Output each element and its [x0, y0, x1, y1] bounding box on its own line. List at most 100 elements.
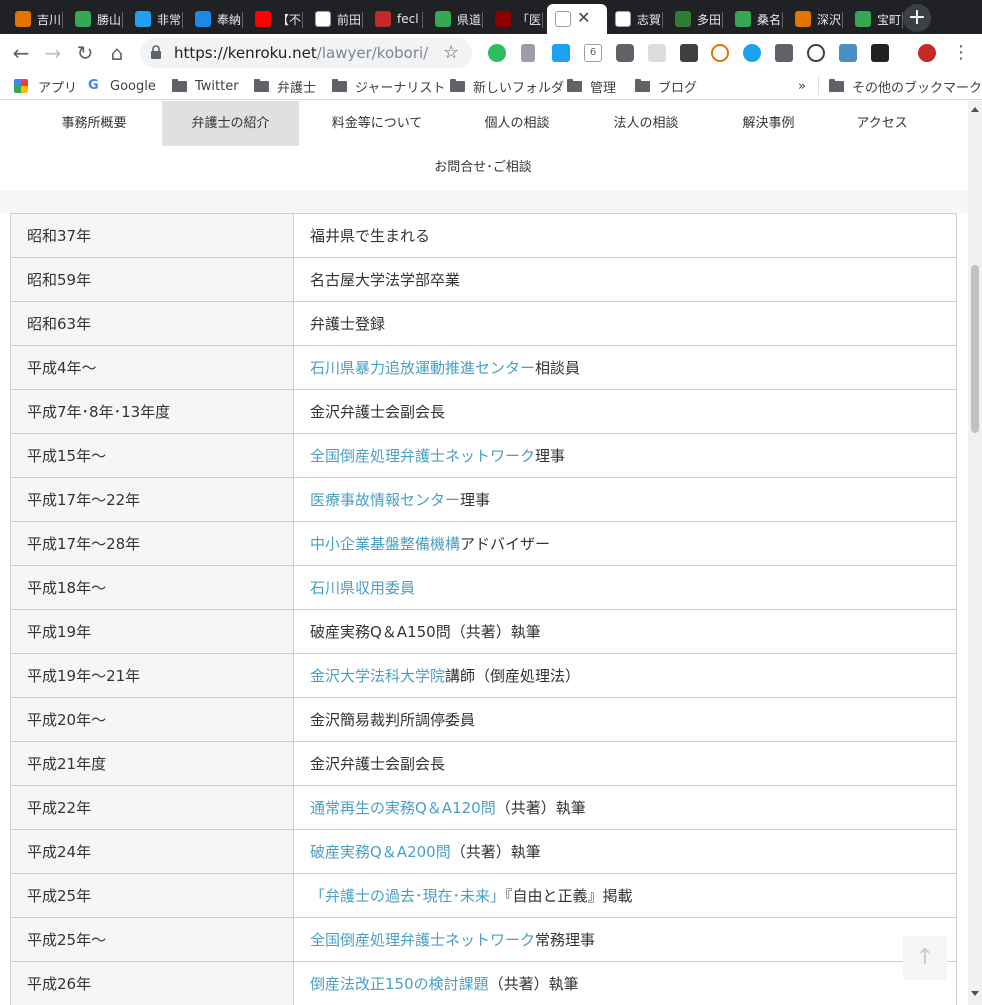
back-to-top-button[interactable]: ↑	[903, 936, 947, 980]
vertical-scrollbar[interactable]	[968, 101, 982, 1005]
bookmark-label: ジャーナリスト	[355, 80, 446, 96]
orange-sun-icon	[15, 11, 31, 27]
puzzle-extension-icon[interactable]	[648, 44, 666, 62]
bookmark-item[interactable]: Twitter	[172, 77, 239, 95]
counter-extension-icon[interactable]: 6	[584, 44, 602, 62]
career-link[interactable]: 倒産法改正150の検討課題	[310, 975, 489, 993]
clipper-extension-icon[interactable]	[521, 44, 535, 62]
nav-item[interactable]: 料金等について	[302, 101, 452, 146]
new-tab-button[interactable]: +	[903, 4, 931, 32]
scroll-thumb[interactable]	[971, 265, 979, 433]
tab-title: 【不	[277, 12, 302, 27]
bookmark-item[interactable]: アプリ	[14, 77, 78, 96]
career-link[interactable]: 石川県収用委員	[310, 579, 415, 597]
nav-item[interactable]: 法人の相談	[582, 101, 710, 146]
feed-extension-icon[interactable]	[711, 44, 729, 62]
career-text: 福井県で生まれる	[310, 227, 431, 245]
home-button[interactable]: ⌂	[104, 40, 130, 66]
menu-extension-icon[interactable]	[680, 44, 698, 62]
other-bookmarks-folder[interactable]: その他のブックマーク	[829, 77, 982, 96]
target-extension-icon[interactable]	[807, 44, 825, 62]
lock-icon	[151, 45, 161, 59]
tab-separator	[62, 12, 63, 28]
nav-item[interactable]: お問合せ･ご相談	[400, 146, 566, 190]
browser-tab[interactable]: 桑名	[727, 4, 783, 34]
page-viewport: 事務所概要 弁護士の紹介 料金等について 個人の相談 法人の相談 解決事例 アクセスお問合せ…	[0, 101, 968, 1005]
browser-tab[interactable]: fecl	[367, 4, 423, 34]
scroll-up-arrow-icon[interactable]	[971, 107, 979, 112]
twitter-extension-icon[interactable]	[552, 44, 570, 62]
address-bar[interactable]: https://kenroku.net/lawyer/kobori/ ☆	[140, 38, 472, 68]
browser-tab[interactable]: 深沢	[787, 4, 843, 34]
bookmark-item[interactable]: G Google	[88, 77, 156, 95]
career-link[interactable]: 破産実務Q＆A200問	[310, 843, 451, 861]
nav-item[interactable]: 事務所概要	[26, 101, 162, 146]
bookmark-star-icon[interactable]: ☆	[443, 42, 459, 63]
browser-tab[interactable]: 「医	[487, 4, 543, 34]
career-text: 常務理事	[535, 931, 596, 949]
career-link[interactable]: 全国倒産処理弁護士ネットワーク	[310, 931, 535, 949]
browser-tab[interactable]: 多田	[667, 4, 723, 34]
career-year: 平成17年〜22年	[10, 477, 294, 522]
s-extension-icon[interactable]	[839, 44, 857, 62]
keyboard-extension-icon[interactable]	[775, 44, 793, 62]
folder-icon	[254, 78, 269, 92]
nav-item[interactable]: 解決事例	[711, 101, 826, 146]
bookmark-item[interactable]: 弁護士	[254, 77, 316, 96]
career-link[interactable]: 中小企業基盤整備機構	[310, 535, 460, 553]
reload-button[interactable]: ↻	[72, 40, 98, 66]
career-year: 昭和59年	[10, 257, 294, 302]
browser-tab[interactable]: 吉川	[7, 4, 63, 34]
bookmark-item[interactable]: 新しいフォルダ	[450, 77, 564, 96]
browser-tab[interactable]: 【不	[247, 4, 303, 34]
evernote-extension-icon[interactable]	[488, 44, 506, 62]
bookmark-item[interactable]: 管理	[567, 77, 617, 96]
browser-tab[interactable]: 前田	[307, 4, 363, 34]
career-link[interactable]: 全国倒産処理弁護士ネットワーク	[310, 447, 535, 465]
career-year: 平成19年	[10, 609, 294, 654]
browser-tab[interactable]: 宝町	[847, 4, 903, 34]
browser-tab[interactable]: 奉納	[187, 4, 243, 34]
tab-title: 奉納	[217, 12, 242, 27]
bookmark-item[interactable]: ブログ	[635, 77, 697, 96]
bookmark-label: 管理	[590, 80, 617, 96]
browser-tab[interactable]: 非常	[127, 4, 183, 34]
url-extension-icon[interactable]	[871, 44, 889, 62]
bird-extension-icon[interactable]	[743, 44, 761, 62]
scroll-down-arrow-icon[interactable]	[971, 991, 979, 996]
career-link[interactable]: 「弁護士の過去･現在･未来」	[310, 887, 505, 905]
apps-grid-icon	[14, 79, 28, 93]
career-link[interactable]: 医療事故情報センター	[310, 491, 460, 509]
close-tab-icon[interactable]: ✕	[577, 8, 590, 27]
browser-tab[interactable]: 勝山	[67, 4, 123, 34]
pocket-extension-icon[interactable]	[616, 44, 634, 62]
browser-tab[interactable]: 県道	[427, 4, 483, 34]
bookmarks-overflow-button[interactable]: »	[798, 77, 806, 95]
back-button[interactable]: ←	[8, 40, 34, 66]
forward-button[interactable]: →	[40, 40, 66, 66]
bookmark-label: Twitter	[195, 78, 239, 94]
table-row: 平成24年 破産実務Q＆A200問（共著）執筆	[10, 829, 957, 874]
browser-menu-icon[interactable]: ⋮	[948, 40, 974, 66]
table-row: 平成26年 倒産法改正150の検討課題（共著）執筆	[10, 961, 957, 1005]
career-text: 破産実務Q＆A150問（共著）執筆	[310, 623, 541, 641]
career-link[interactable]: 通常再生の実務Q＆A120問	[310, 799, 496, 817]
career-link[interactable]: 金沢大学法科大学院	[310, 667, 445, 685]
folder-icon	[829, 78, 844, 92]
bookmark-item[interactable]: ジャーナリスト	[332, 77, 446, 96]
profile-avatar-icon[interactable]	[918, 44, 936, 62]
nav-item[interactable]: 弁護士の紹介	[162, 101, 299, 146]
tab-title: fecl	[397, 12, 419, 26]
tab-title: 前田	[337, 12, 362, 27]
nav-item[interactable]: アクセス	[826, 101, 938, 146]
browser-tab[interactable]: 志賀	[607, 4, 663, 34]
career-table: 昭和37年 福井県で生まれる 昭和59年 名古屋大学法学部卒業 昭和63年 弁護士登録 平成…	[10, 213, 957, 1005]
career-detail: 破産実務Q＆A150問（共著）執筆	[293, 609, 957, 654]
bookmark-label: アプリ	[38, 80, 78, 96]
career-text: 金沢弁護士会副会長	[310, 755, 446, 773]
other-bookmarks-label: その他のブックマーク	[852, 80, 982, 96]
tab-separator	[782, 12, 783, 28]
nav-item[interactable]: 個人の相談	[452, 101, 582, 146]
career-text: アドバイザー	[460, 535, 551, 553]
career-link[interactable]: 石川県暴力追放運動推進センター	[310, 359, 535, 377]
